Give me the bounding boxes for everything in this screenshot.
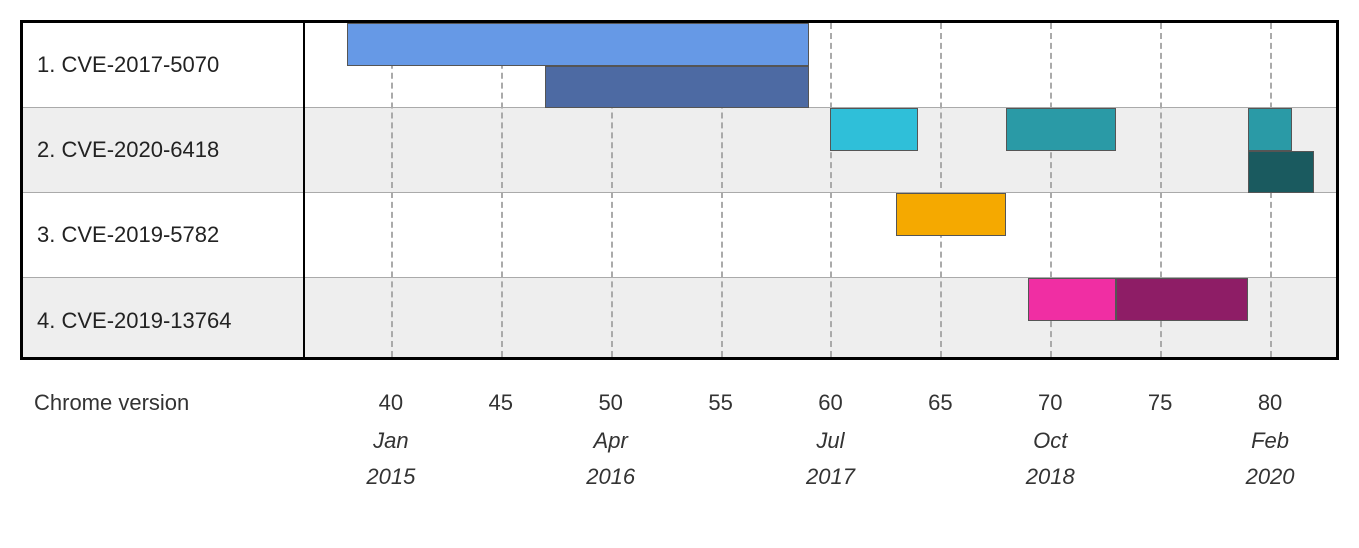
gridline [501,23,503,357]
row-plot-area [303,108,1336,192]
tick-year: 2017 [806,464,855,490]
x-tick: 55 [708,390,732,416]
row-plot-area [303,23,1336,107]
tick-number: 75 [1148,390,1172,416]
row-plot-area [303,278,1336,360]
tick-month: Oct [1026,428,1075,454]
x-tick: 65 [928,390,952,416]
x-tick: 45 [489,390,513,416]
x-tick: 70 Oct 2018 [1026,390,1075,490]
x-axis-label: Chrome version [34,390,189,416]
x-tick: 40 Jan 2015 [366,390,415,490]
tick-year: 2018 [1026,464,1075,490]
range-bar [896,193,1006,236]
gridline [391,23,393,357]
range-bar [1028,278,1116,321]
tick-month: Jul [806,428,855,454]
chart-row: 2. CVE-2020-6418 [23,108,1336,193]
tick-year: 2016 [586,464,635,490]
tick-year: 2020 [1246,464,1295,490]
x-tick: 75 [1148,390,1172,416]
x-axis: Chrome version 40 Jan 2015 45 50 Apr 2016 55 60 J… [20,390,1339,510]
row-label: 4. CVE-2019-13764 [23,278,303,360]
tick-month: Apr [586,428,635,454]
tick-number: 45 [489,390,513,416]
range-bar [1248,108,1292,151]
chart-row: 4. CVE-2019-13764 [23,278,1336,360]
range-bar [830,108,918,151]
gridline [830,23,832,357]
label-plot-divider [303,23,305,357]
tick-number: 60 [806,390,855,416]
tick-number: 55 [708,390,732,416]
row-plot-area [303,193,1336,277]
range-bar [347,23,809,66]
tick-number: 50 [586,390,635,416]
tick-number: 65 [928,390,952,416]
tick-number: 80 [1246,390,1295,416]
range-bar [545,66,809,109]
tick-year: 2015 [366,464,415,490]
chart-plot-area: 1. CVE-2017-50702. CVE-2020-64183. CVE-2… [20,20,1339,360]
gantt-chart: 1. CVE-2017-50702. CVE-2020-64183. CVE-2… [20,20,1339,510]
chart-row: 1. CVE-2017-5070 [23,23,1336,108]
row-label: 1. CVE-2017-5070 [23,23,303,107]
range-bar [1248,151,1314,194]
x-tick: 50 Apr 2016 [586,390,635,490]
tick-number: 40 [366,390,415,416]
gridline [940,23,942,357]
row-label: 3. CVE-2019-5782 [23,193,303,277]
tick-month: Jan [366,428,415,454]
x-tick: 60 Jul 2017 [806,390,855,490]
tick-month: Feb [1246,428,1295,454]
tick-number: 70 [1026,390,1075,416]
range-bar [1006,108,1116,151]
chart-row: 3. CVE-2019-5782 [23,193,1336,278]
row-label: 2. CVE-2020-6418 [23,108,303,192]
x-tick: 80 Feb 2020 [1246,390,1295,490]
range-bar [1116,278,1248,321]
